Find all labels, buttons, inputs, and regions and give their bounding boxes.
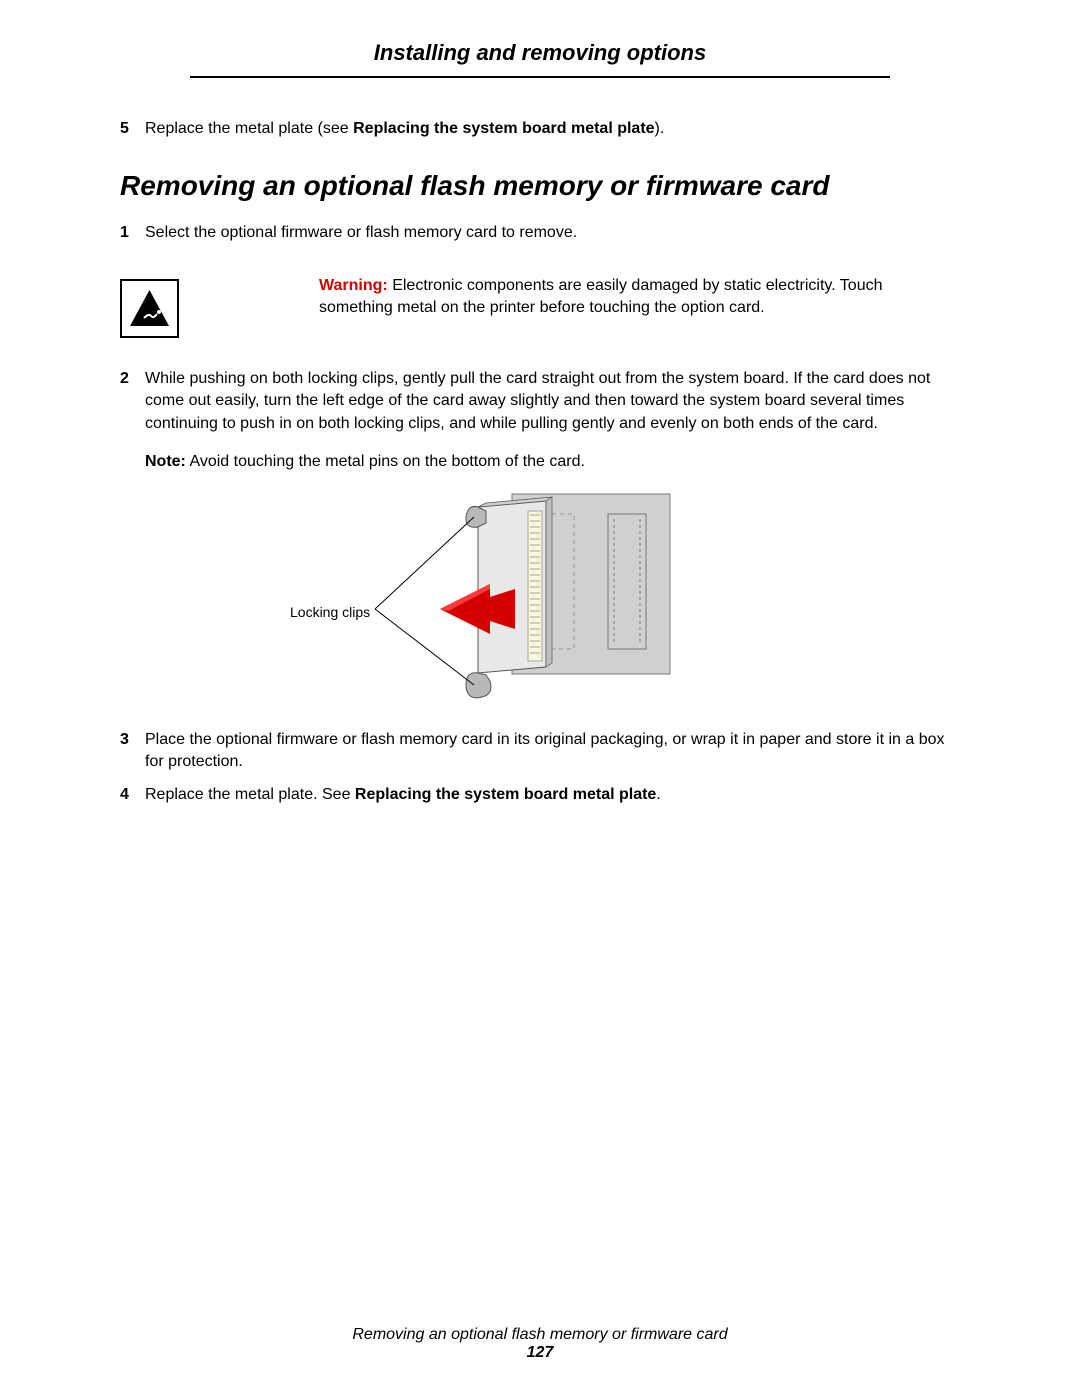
note-label: Note:	[145, 453, 186, 470]
step-body: While pushing on both locking clips, gen…	[145, 368, 960, 435]
page-number: 127	[0, 1344, 1080, 1362]
step-number: 2	[120, 368, 145, 390]
footer-title: Removing an optional flash memory or fir…	[0, 1326, 1080, 1344]
esd-icon	[120, 279, 179, 338]
header-rule	[190, 76, 890, 78]
figure: Locking clips	[330, 489, 750, 714]
footer: Removing an optional flash memory or fir…	[0, 1326, 1080, 1362]
intro-step-5: 5 Replace the metal plate (see Replacing…	[120, 118, 960, 140]
step-3: 3 Place the optional firmware or flash m…	[120, 729, 960, 774]
step-2: 2 While pushing on both locking clips, g…	[120, 368, 960, 435]
note-body: Avoid touching the metal pins on the bot…	[189, 453, 585, 470]
text: Replace the metal plate (see	[145, 120, 353, 137]
warning-text: Warning: Electronic components are easil…	[229, 275, 960, 320]
warning-label: Warning:	[319, 277, 388, 294]
page: Installing and removing options 5 Replac…	[0, 0, 1080, 1397]
warning-body: Electronic components are easily damaged…	[319, 277, 883, 316]
step-number: 3	[120, 729, 145, 751]
step-body: Replace the metal plate (see Replacing t…	[145, 118, 960, 140]
card-removal-illustration	[330, 489, 750, 714]
cross-reference: Replacing the system board metal plate	[353, 120, 654, 137]
step-number: 4	[120, 784, 145, 806]
figure-label: Locking clips	[290, 604, 370, 620]
text: .	[656, 786, 660, 803]
step-number: 1	[120, 222, 145, 244]
header-title: Installing and removing options	[60, 40, 1020, 66]
text: ).	[655, 120, 665, 137]
section-title: Removing an optional flash memory or fir…	[120, 170, 960, 202]
step-4: 4 Replace the metal plate. See Replacing…	[120, 784, 960, 806]
text: Replace the metal plate. See	[145, 786, 355, 803]
step-number: 5	[120, 118, 145, 140]
note-block: Note: Avoid touching the metal pins on t…	[145, 453, 960, 471]
cross-reference: Replacing the system board metal plate	[355, 786, 656, 803]
warning-block: Warning: Electronic components are easil…	[120, 275, 960, 338]
step-body: Select the optional firmware or flash me…	[145, 222, 960, 244]
step-1: 1 Select the optional firmware or flash …	[120, 222, 960, 244]
esd-triangle-icon	[127, 286, 172, 331]
step-body: Replace the metal plate. See Replacing t…	[145, 784, 960, 806]
step-body: Place the optional firmware or flash mem…	[145, 729, 960, 774]
